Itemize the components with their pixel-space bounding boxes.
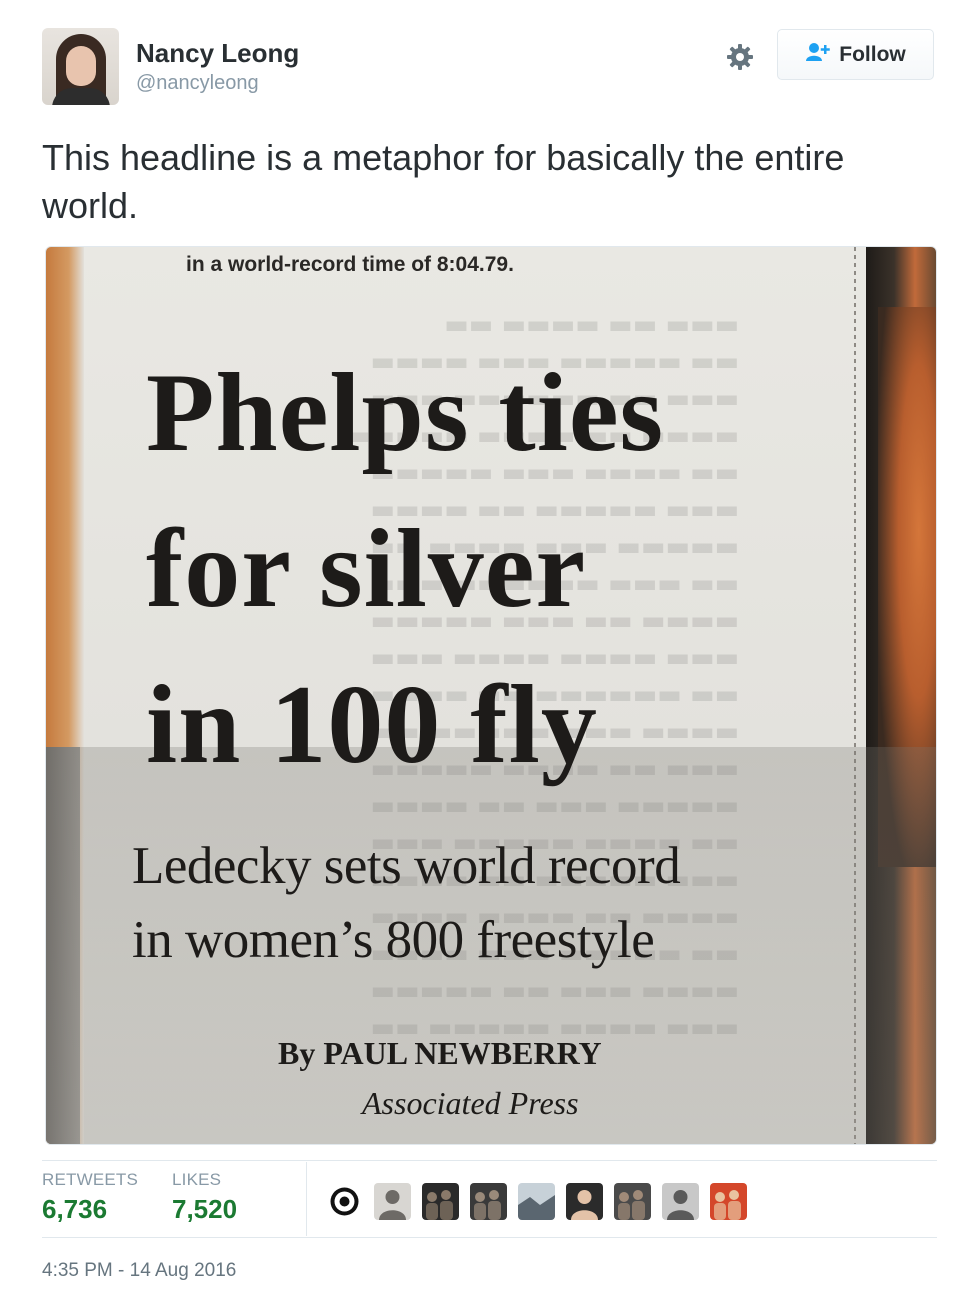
person-avatar[interactable] (566, 1183, 603, 1220)
newspaper-subhead: Ledecky sets world record in women’s 800… (132, 829, 852, 977)
headline-line: Phelps ties (146, 351, 665, 475)
stats-divider (306, 1162, 307, 1236)
newspaper-headline: Phelps ties for silver in 100 fly (146, 335, 846, 803)
crowd-avatar[interactable] (614, 1183, 651, 1220)
avatar-face (66, 46, 96, 86)
subhead-line: in women’s 800 freestyle (132, 911, 655, 969)
retweets-label: RETWEETS (42, 1170, 139, 1189)
gear-icon[interactable] (725, 42, 755, 72)
subhead-line: Ledecky sets world record (132, 837, 681, 895)
follow-button[interactable]: Follow (777, 29, 934, 80)
follow-label: Follow (839, 42, 906, 66)
headline-line: for silver (146, 507, 587, 631)
tweet-header: Nancy Leong @nancyleong Follow (42, 28, 937, 108)
likes-count: 7,520 (172, 1194, 238, 1224)
author-name[interactable]: Nancy Leong (136, 38, 299, 69)
add-user-icon (805, 42, 831, 68)
retweets-count: 6,736 (42, 1194, 108, 1224)
group-photo-avatar[interactable] (422, 1183, 459, 1220)
eye-logo-avatar[interactable] (326, 1183, 363, 1220)
group-photo-avatar[interactable] (470, 1183, 507, 1220)
retweets-stat[interactable]: RETWEETS 6,736 (42, 1170, 138, 1225)
divider (42, 1160, 937, 1161)
likes-label: LIKES (172, 1170, 222, 1189)
author-avatar[interactable] (42, 28, 119, 105)
tweet-timestamp[interactable]: 4:35 PM - 14 Aug 2016 (42, 1260, 236, 1282)
person-avatar[interactable] (374, 1183, 411, 1220)
newspaper-agency: Associated Press (362, 1085, 579, 1121)
tweet-text: This headline is a metaphor for basicall… (42, 137, 845, 226)
author-handle[interactable]: @nancyleong (136, 72, 259, 95)
newspaper-top-line: in a world-record time of 8:04.79. (186, 253, 514, 276)
landscape-avatar[interactable] (518, 1183, 555, 1220)
liker-avatars (326, 1183, 747, 1220)
tweet-photo[interactable]: ▬▬▬ ▬▬ ▬▬▬▬ ▬▬ ▬▬ ▬▬▬▬▬ ▬▬▬ ▬▬▬▬ ▬▬▬ ▬▬ … (45, 246, 937, 1145)
divider (42, 1237, 937, 1238)
headline-line: in 100 fly (146, 663, 598, 787)
avatar-shirt (52, 88, 110, 105)
likes-stat[interactable]: LIKES 7,520 (172, 1170, 237, 1225)
person-avatar[interactable] (662, 1183, 699, 1220)
group-photo-avatar[interactable] (710, 1183, 747, 1220)
newspaper-byline: By PAUL NEWBERRY (278, 1035, 602, 1071)
